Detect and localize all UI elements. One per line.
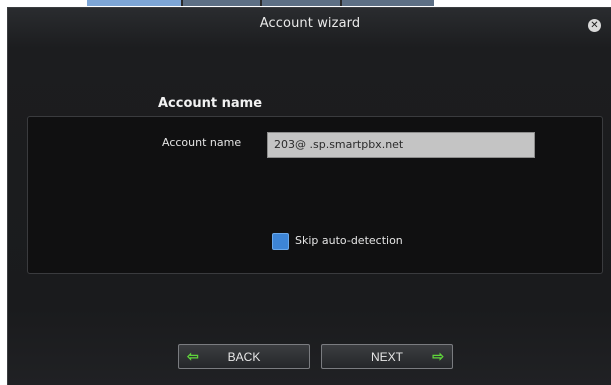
account-name-input[interactable]: 203@ .sp.smartpbx.net (267, 132, 535, 158)
next-button[interactable]: NEXT ⇨ (321, 344, 453, 369)
close-icon[interactable]: ✕ (588, 19, 601, 32)
account-panel: Account name 203@ .sp.smartpbx.net Skip … (27, 116, 603, 274)
back-button-label: BACK (227, 350, 261, 364)
tab-stub[interactable] (262, 0, 340, 6)
tab-stub[interactable] (342, 0, 434, 6)
skip-auto-detection-checkbox[interactable] (272, 233, 289, 250)
top-strip (0, 0, 611, 7)
account-name-label: Account name (162, 136, 242, 149)
skip-auto-detection-label[interactable]: Skip auto-detection (295, 234, 403, 247)
window-title: Account wizard (259, 16, 361, 31)
arrow-right-icon: ⇨ (432, 348, 444, 364)
wizard-window: Account wizard ✕ Account name Account na… (7, 7, 611, 385)
section-title: Account name (158, 96, 263, 111)
back-button[interactable]: ⇦ BACK (178, 344, 310, 369)
tab-stub[interactable] (183, 0, 260, 6)
tab-stub[interactable] (87, 0, 181, 6)
